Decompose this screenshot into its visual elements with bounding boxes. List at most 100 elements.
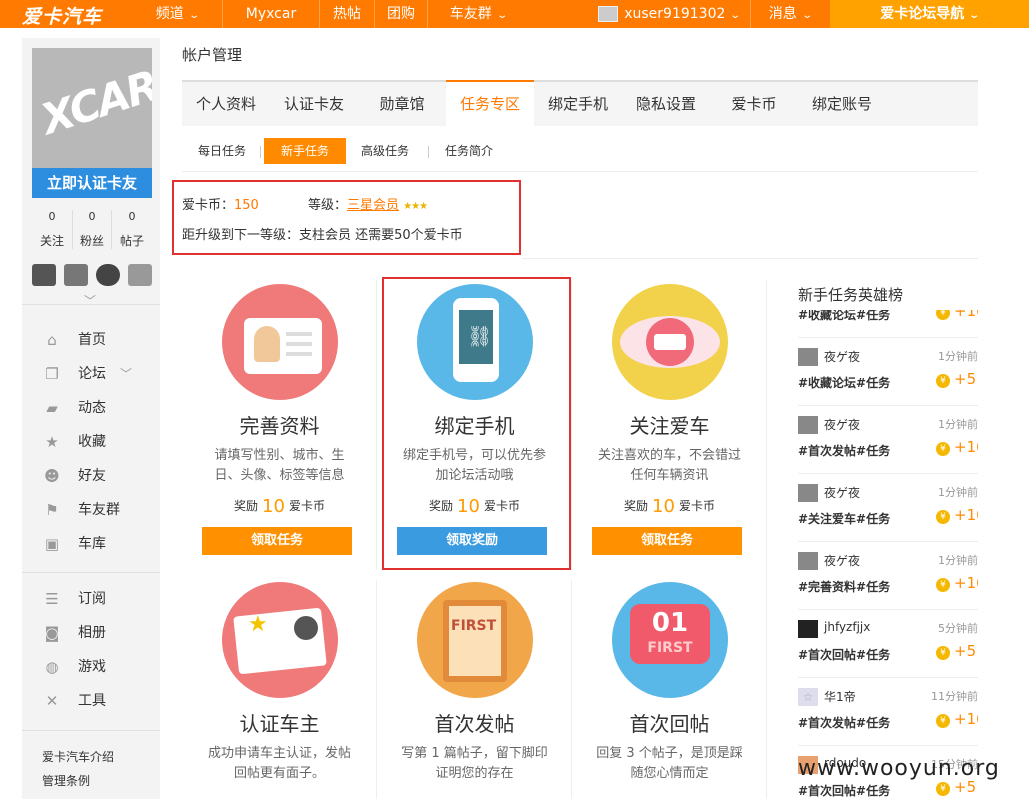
- sidebar-item-label: 订阅: [78, 591, 106, 607]
- star-rating-icon: ★★★: [403, 201, 428, 212]
- medal-icon[interactable]: [96, 264, 120, 286]
- sidebar-item-label: 首页: [78, 332, 106, 348]
- task-title: 完善资料: [239, 414, 320, 438]
- sidebar-item-activity[interactable]: ▰ 动态: [22, 391, 160, 425]
- avatar[interactable]: ☆: [798, 688, 818, 706]
- hero-name[interactable]: 华1帝: [824, 688, 856, 705]
- stat-fans[interactable]: 0 粉丝: [72, 210, 112, 249]
- avatar[interactable]: [798, 348, 818, 366]
- certificate-icon: ★: [222, 582, 338, 698]
- sidebar-item-subscribe[interactable]: ☰ 订阅: [22, 582, 160, 616]
- sidebar-item-friends[interactable]: ☻ 好友: [22, 459, 160, 493]
- nav-channel[interactable]: 频道 ⌄: [132, 0, 222, 28]
- footer-link-rules[interactable]: 管理条例: [42, 772, 90, 789]
- medal-icon[interactable]: [64, 264, 88, 286]
- hero-name[interactable]: 夜ゲ夜: [824, 416, 860, 433]
- site-logo[interactable]: 爱卡汽车: [22, 2, 102, 29]
- hero-name[interactable]: 夜ゲ夜: [824, 484, 860, 501]
- sidebar-item-garage[interactable]: ▣ 车库: [22, 527, 160, 561]
- tab-tasks[interactable]: 任务专区: [446, 80, 534, 126]
- stat-posts-count: 0: [128, 210, 136, 223]
- sidebar-item-label: 相册: [78, 625, 106, 641]
- stat-following-label: 关注: [39, 234, 64, 248]
- nav-myxcar[interactable]: Myxcar: [223, 0, 319, 28]
- certify-button[interactable]: 立即认证卡友: [32, 168, 152, 198]
- level-link[interactable]: 三星会员: [347, 198, 399, 213]
- tab-medals[interactable]: 勋章馆: [358, 82, 446, 126]
- avatar[interactable]: [798, 416, 818, 434]
- sidebar-item-favorites[interactable]: ★ 收藏: [22, 425, 160, 459]
- hero-name[interactable]: jhfyzfjjx: [824, 620, 870, 634]
- forum-nav-button[interactable]: 爱卡论坛导航 ⌄: [830, 0, 1029, 28]
- subtab-intro[interactable]: 任务简介: [434, 138, 504, 164]
- tab-bind-account[interactable]: 绑定账号: [798, 82, 886, 126]
- task-desc: 关注喜欢的车，不会错过任何车辆资讯: [597, 448, 741, 483]
- sidebar-item-games[interactable]: ◍ 游戏: [22, 650, 160, 684]
- reward-value: 10: [262, 496, 285, 517]
- id-card-icon: [222, 284, 338, 400]
- tab-privacy[interactable]: 隐私设置: [622, 82, 710, 126]
- footer-link-about[interactable]: 爱卡汽车介绍: [42, 748, 114, 765]
- chevron-down-icon: ⌄: [188, 10, 200, 21]
- sidebar-item-forum[interactable]: ❐ 论坛 ﹀: [22, 357, 160, 391]
- nav-group-buy[interactable]: 团购: [375, 0, 427, 28]
- list-item: ☆ 华1帝 11分钟前 #首次发帖#任务 ¥ +10: [798, 678, 978, 746]
- hero-task: #收藏论坛#任务: [798, 376, 891, 390]
- hero-task: #收藏论坛#任务: [798, 310, 891, 322]
- task-title: 认证车主: [239, 712, 320, 736]
- chevron-down-icon: ⌄: [729, 10, 742, 21]
- tab-certify[interactable]: 认证卡友: [270, 82, 358, 126]
- messages-menu[interactable]: 消息 ⌄: [751, 0, 829, 28]
- accept-task-button[interactable]: 领取任务: [202, 527, 352, 555]
- avatar[interactable]: [798, 620, 818, 638]
- star-icon: ★: [45, 433, 59, 451]
- hero-task: #完善资料#任务: [798, 580, 891, 594]
- tab-bind-phone[interactable]: 绑定手机: [534, 82, 622, 126]
- avatar[interactable]: [798, 552, 818, 570]
- chevron-down-icon: ﹀: [120, 367, 133, 381]
- tools-icon: ✕: [45, 692, 59, 710]
- task-reward: 奖励 10 爱卡币: [572, 496, 767, 517]
- tab-coins[interactable]: 爱卡币: [710, 82, 798, 126]
- hero-points: +5: [954, 642, 977, 660]
- chevron-down-icon: ⌄: [496, 10, 508, 21]
- subtab-newbie[interactable]: 新手任务: [264, 138, 346, 164]
- expand-chevron-icon[interactable]: ﹀: [84, 292, 96, 309]
- subtab-advanced[interactable]: 高级任务: [348, 138, 422, 164]
- nav-car-groups[interactable]: 车友群 ⌄: [428, 0, 528, 28]
- hero-name[interactable]: 夜ゲ夜: [824, 552, 860, 569]
- list-item: 夜ゲ夜 1分钟前 #完善资料#任务 ¥ +10: [798, 542, 978, 610]
- stat-fans-count: 0: [88, 210, 96, 223]
- avatar[interactable]: [798, 484, 818, 502]
- tab-profile[interactable]: 个人资料: [182, 82, 270, 126]
- stat-following[interactable]: 0 关注: [32, 210, 72, 249]
- subtab-daily[interactable]: 每日任务: [186, 138, 258, 164]
- hero-list-title: 新手任务英雄榜: [798, 286, 904, 304]
- hero-time: 11分钟前: [931, 690, 978, 703]
- list-item: jhfyzfjjx 5分钟前 #首次回帖#任务 ¥ +5: [798, 610, 978, 678]
- stat-posts[interactable]: 0 帖子: [112, 210, 152, 249]
- reply-badge-text: FIRST: [647, 640, 693, 656]
- hero-task: #首次回帖#任务: [798, 648, 891, 662]
- hero-time: 5分钟前: [938, 622, 978, 635]
- reply-badge-number: 01: [651, 608, 689, 638]
- sidebar-item-tools[interactable]: ✕ 工具: [22, 684, 160, 718]
- stat-posts-label: 帖子: [119, 234, 144, 248]
- sidebar-item-car-groups[interactable]: ⚑ 车友群: [22, 493, 160, 527]
- chevron-down-icon: ⌄: [801, 10, 813, 21]
- sidebar-item-label: 游戏: [78, 659, 106, 675]
- user-menu[interactable]: xuser9191302 ⌄: [588, 0, 750, 28]
- sidebar-item-album[interactable]: ◙ 相册: [22, 616, 160, 650]
- nav-hot-posts[interactable]: 热帖: [320, 0, 374, 28]
- hero-name[interactable]: 夜ゲ夜: [824, 348, 860, 365]
- sidebar-item-home[interactable]: ⌂ 首页: [22, 323, 160, 357]
- medal-icon[interactable]: [32, 264, 56, 286]
- accept-task-button[interactable]: 领取任务: [592, 527, 742, 555]
- hero-task: #关注爱车#任务: [798, 512, 891, 526]
- medal-icon[interactable]: [128, 264, 152, 286]
- level-label: 等级：: [308, 198, 348, 213]
- nav-channel-label: 频道: [155, 6, 184, 22]
- reward-value: 10: [652, 496, 675, 517]
- forum-icon: ❐: [45, 365, 59, 383]
- first-reply-icon: 01 FIRST: [612, 582, 728, 698]
